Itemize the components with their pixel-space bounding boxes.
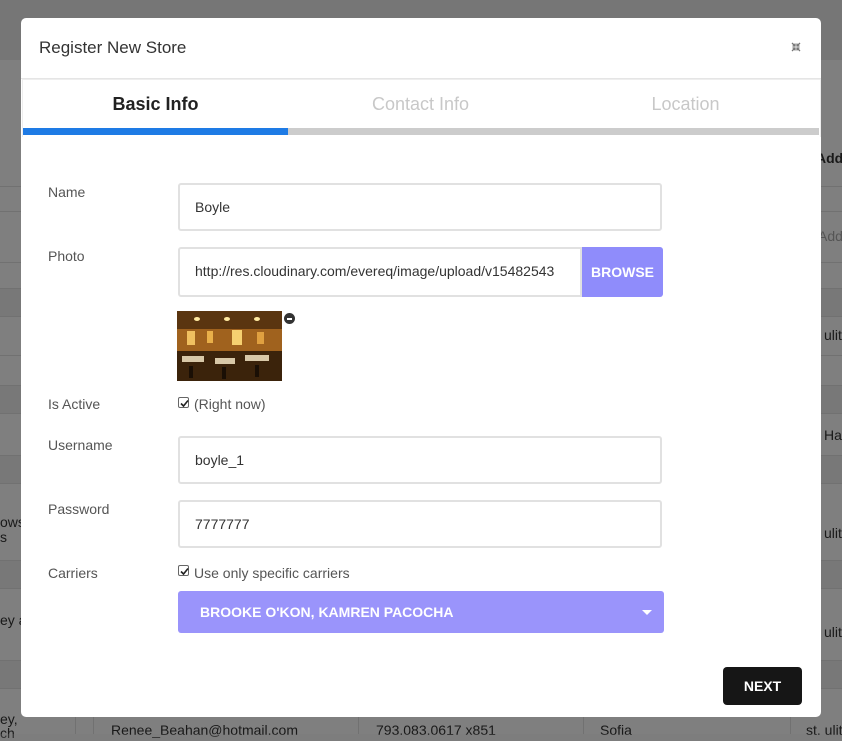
is-active-checkbox[interactable] <box>178 397 189 408</box>
remove-photo-icon[interactable] <box>284 313 295 324</box>
password-label: Password <box>48 501 110 517</box>
collapse-icon[interactable] <box>789 40 803 54</box>
name-input[interactable]: Boyle <box>178 183 662 231</box>
username-label: Username <box>48 437 113 453</box>
name-label: Name <box>48 184 86 200</box>
chevron-down-icon <box>642 610 652 615</box>
is-active-label: Is Active <box>48 396 101 412</box>
photo-label: Photo <box>48 248 85 264</box>
carriers-text: Use only specific carriers <box>194 565 350 581</box>
carriers-select[interactable]: BROOKE O'KON, KAMREN PACOCHA <box>178 591 664 633</box>
tab-contact-info[interactable]: Contact Info <box>288 94 553 115</box>
photo-url-input[interactable]: http://res.cloudinary.com/evereq/image/u… <box>178 247 582 297</box>
password-input[interactable]: 7777777 <box>178 500 662 548</box>
tab-progress-remaining <box>288 128 819 135</box>
browse-button[interactable]: BROWSE <box>582 247 663 297</box>
photo-thumbnail <box>177 311 282 381</box>
tab-location[interactable]: Location <box>553 94 818 115</box>
carriers-label: Carriers <box>48 565 98 581</box>
carriers-checkbox[interactable] <box>178 565 189 576</box>
is-active-text: (Right now) <box>194 396 266 412</box>
username-input[interactable]: boyle_1 <box>178 436 662 484</box>
carriers-selected-value: BROOKE O'KON, KAMREN PACOCHA <box>200 604 454 620</box>
modal-title: Register New Store <box>39 38 187 57</box>
modal-header: Register New Store <box>21 18 821 79</box>
register-store-modal: Register New Store Basic Info Contact In… <box>21 18 821 717</box>
next-button[interactable]: NEXT <box>723 667 802 705</box>
tab-basic-info[interactable]: Basic Info <box>23 94 288 115</box>
tab-progress-active <box>23 128 288 135</box>
